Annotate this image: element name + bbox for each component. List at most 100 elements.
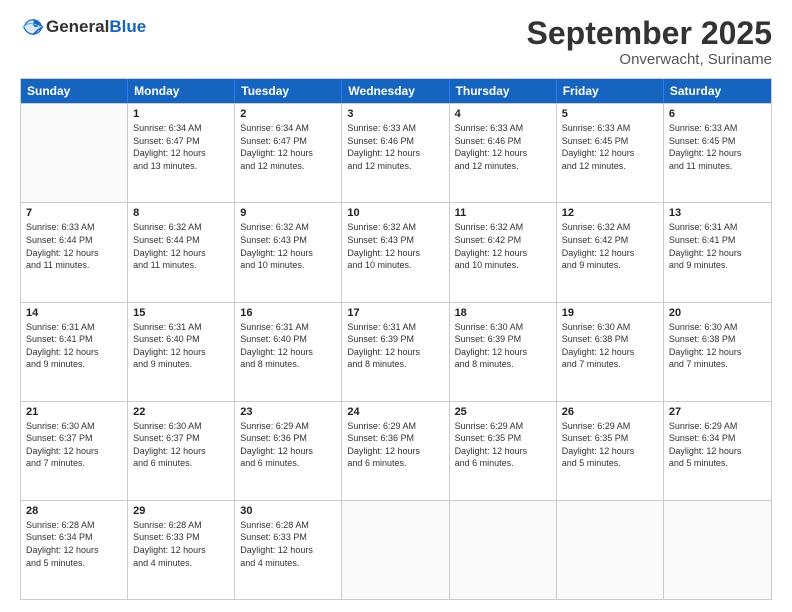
day-23: 23Sunrise: 6:29 AM Sunset: 6:36 PM Dayli…: [235, 402, 342, 500]
day-number: 11: [455, 207, 551, 219]
day-info: Sunrise: 6:29 AM Sunset: 6:36 PM Dayligh…: [347, 420, 443, 470]
day-20: 20Sunrise: 6:30 AM Sunset: 6:38 PM Dayli…: [664, 303, 771, 401]
day-number: 5: [562, 108, 658, 120]
day-12: 12 Sunrise: 6:32 AM Sunset: 6:42 PM Dayli…: [557, 203, 664, 301]
day-1: 1 Sunrise: 6:34 AM Sunset: 6:47 PM Daylig…: [128, 104, 235, 202]
day-11: 11Sunrise: 6:32 AM Sunset: 6:42 PM Dayli…: [450, 203, 557, 301]
day-26: 26 Sunrise: 6:29 AM Sunset: 6:35 PM Dayli…: [557, 402, 664, 500]
day-25: 25 Sunrise: 6:29 AM Sunset: 6:35 PM Dayli…: [450, 402, 557, 500]
day-number: 13: [669, 207, 766, 219]
day-number: 7: [26, 207, 122, 219]
calendar: Sunday Monday Tuesday Wednesday Thursday…: [20, 78, 772, 600]
day-18: 18 Sunrise: 6:30 AM Sunset: 6:39 PM Dayli…: [450, 303, 557, 401]
day-info: Sunrise: 6:31 AM Sunset: 6:41 PM Dayligh…: [26, 321, 122, 371]
day-number: 27: [669, 406, 766, 418]
day-number: 12: [562, 207, 658, 219]
day-number: 1: [133, 108, 229, 120]
header-tuesday: Tuesday: [235, 79, 342, 103]
day-info: Sunrise: 6:31 AM Sunset: 6:39 PM Dayligh…: [347, 321, 443, 371]
day-number: 8: [133, 207, 229, 219]
day-info: Sunrise: 6:32 AM Sunset: 6:42 PM Dayligh…: [562, 221, 658, 271]
day-info: Sunrise: 6:29 AM Sunset: 6:35 PM Dayligh…: [562, 420, 658, 470]
day-5: 5 Sunrise: 6:33 AM Sunset: 6:45 PM Daylig…: [557, 104, 664, 202]
day-info: Sunrise: 6:30 AM Sunset: 6:38 PM Dayligh…: [669, 321, 766, 371]
day-28: 28Sunrise: 6:28 AM Sunset: 6:34 PM Dayli…: [21, 501, 128, 599]
day-info: Sunrise: 6:31 AM Sunset: 6:40 PM Dayligh…: [240, 321, 336, 371]
day-number: 3: [347, 108, 443, 120]
day-16: 16 Sunrise: 6:31 AM Sunset: 6:40 PM Dayli…: [235, 303, 342, 401]
empty-cell: [450, 501, 557, 599]
day-19: 19 Sunrise: 6:30 AM Sunset: 6:38 PM Dayli…: [557, 303, 664, 401]
day-number: 21: [26, 406, 122, 418]
day-3: 3 Sunrise: 6:33 AM Sunset: 6:46 PM Daylig…: [342, 104, 449, 202]
day-info: Sunrise: 6:29 AM Sunset: 6:34 PM Dayligh…: [669, 420, 766, 470]
header-thursday: Thursday: [450, 79, 557, 103]
day-info: Sunrise: 6:33 AM Sunset: 6:45 PM Dayligh…: [562, 122, 658, 172]
day-info: Sunrise: 6:30 AM Sunset: 6:38 PM Dayligh…: [562, 321, 658, 371]
day-info: Sunrise: 6:32 AM Sunset: 6:43 PM Dayligh…: [347, 221, 443, 271]
logo: GeneralBlue: [20, 16, 146, 38]
day-info: Sunrise: 6:30 AM Sunset: 6:37 PM Dayligh…: [26, 420, 122, 470]
day-number: 16: [240, 307, 336, 319]
calendar-body: 1 Sunrise: 6:34 AM Sunset: 6:47 PM Daylig…: [21, 103, 771, 599]
logo-general: General: [46, 17, 109, 36]
empty-cell: [21, 104, 128, 202]
week-2: 7 Sunrise: 6:33 AM Sunset: 6:44 PM Daylig…: [21, 202, 771, 301]
day-29: 29 Sunrise: 6:28 AM Sunset: 6:33 PM Dayli…: [128, 501, 235, 599]
day-22: 22Sunrise: 6:30 AM Sunset: 6:37 PM Dayli…: [128, 402, 235, 500]
day-info: Sunrise: 6:34 AM Sunset: 6:47 PM Dayligh…: [240, 122, 336, 172]
header-monday: Monday: [128, 79, 235, 103]
day-number: 6: [669, 108, 766, 120]
day-info: Sunrise: 6:33 AM Sunset: 6:44 PM Dayligh…: [26, 221, 122, 271]
day-info: Sunrise: 6:28 AM Sunset: 6:34 PM Dayligh…: [26, 519, 122, 569]
day-number: 14: [26, 307, 122, 319]
day-info: Sunrise: 6:29 AM Sunset: 6:35 PM Dayligh…: [455, 420, 551, 470]
day-info: Sunrise: 6:34 AM Sunset: 6:47 PM Dayligh…: [133, 122, 229, 172]
day-7: 7 Sunrise: 6:33 AM Sunset: 6:44 PM Daylig…: [21, 203, 128, 301]
day-9: 9Sunrise: 6:32 AM Sunset: 6:43 PM Daylig…: [235, 203, 342, 301]
day-27: 27 Sunrise: 6:29 AM Sunset: 6:34 PM Dayli…: [664, 402, 771, 500]
day-number: 25: [455, 406, 551, 418]
day-17: 17 Sunrise: 6:31 AM Sunset: 6:39 PM Dayli…: [342, 303, 449, 401]
location: Onverwacht, Suriname: [527, 51, 772, 68]
day-number: 15: [133, 307, 229, 319]
day-number: 30: [240, 505, 336, 517]
day-14: 14 Sunrise: 6:31 AM Sunset: 6:41 PM Dayli…: [21, 303, 128, 401]
day-info: Sunrise: 6:31 AM Sunset: 6:41 PM Dayligh…: [669, 221, 766, 271]
day-21: 21 Sunrise: 6:30 AM Sunset: 6:37 PM Dayli…: [21, 402, 128, 500]
logo-blue: Blue: [109, 17, 146, 36]
week-5: 28Sunrise: 6:28 AM Sunset: 6:34 PM Dayli…: [21, 500, 771, 599]
empty-cell: [664, 501, 771, 599]
day-info: Sunrise: 6:28 AM Sunset: 6:33 PM Dayligh…: [240, 519, 336, 569]
day-info: Sunrise: 6:31 AM Sunset: 6:40 PM Dayligh…: [133, 321, 229, 371]
week-3: 14 Sunrise: 6:31 AM Sunset: 6:41 PM Dayli…: [21, 302, 771, 401]
day-15: 15 Sunrise: 6:31 AM Sunset: 6:40 PM Dayli…: [128, 303, 235, 401]
day-info: Sunrise: 6:28 AM Sunset: 6:33 PM Dayligh…: [133, 519, 229, 569]
header-sunday: Sunday: [21, 79, 128, 103]
day-info: Sunrise: 6:33 AM Sunset: 6:46 PM Dayligh…: [455, 122, 551, 172]
week-1: 1 Sunrise: 6:34 AM Sunset: 6:47 PM Daylig…: [21, 103, 771, 202]
page: GeneralBlue September 2025 Onverwacht, S…: [0, 0, 792, 612]
day-info: Sunrise: 6:30 AM Sunset: 6:39 PM Dayligh…: [455, 321, 551, 371]
day-number: 17: [347, 307, 443, 319]
week-4: 21 Sunrise: 6:30 AM Sunset: 6:37 PM Dayli…: [21, 401, 771, 500]
empty-cell: [557, 501, 664, 599]
calendar-header: Sunday Monday Tuesday Wednesday Thursday…: [21, 79, 771, 103]
day-24: 24Sunrise: 6:29 AM Sunset: 6:36 PM Dayli…: [342, 402, 449, 500]
day-info: Sunrise: 6:33 AM Sunset: 6:46 PM Dayligh…: [347, 122, 443, 172]
day-number: 23: [240, 406, 336, 418]
title-block: September 2025 Onverwacht, Suriname: [527, 16, 772, 68]
day-number: 4: [455, 108, 551, 120]
month-title: September 2025: [527, 16, 772, 51]
day-4: 4 Sunrise: 6:33 AM Sunset: 6:46 PM Daylig…: [450, 104, 557, 202]
day-2: 2Sunrise: 6:34 AM Sunset: 6:47 PM Daylig…: [235, 104, 342, 202]
day-number: 19: [562, 307, 658, 319]
day-number: 18: [455, 307, 551, 319]
day-number: 29: [133, 505, 229, 517]
day-8: 8 Sunrise: 6:32 AM Sunset: 6:44 PM Daylig…: [128, 203, 235, 301]
header: GeneralBlue September 2025 Onverwacht, S…: [20, 16, 772, 68]
header-friday: Friday: [557, 79, 664, 103]
day-number: 26: [562, 406, 658, 418]
day-info: Sunrise: 6:32 AM Sunset: 6:44 PM Dayligh…: [133, 221, 229, 271]
day-30: 30 Sunrise: 6:28 AM Sunset: 6:33 PM Dayli…: [235, 501, 342, 599]
